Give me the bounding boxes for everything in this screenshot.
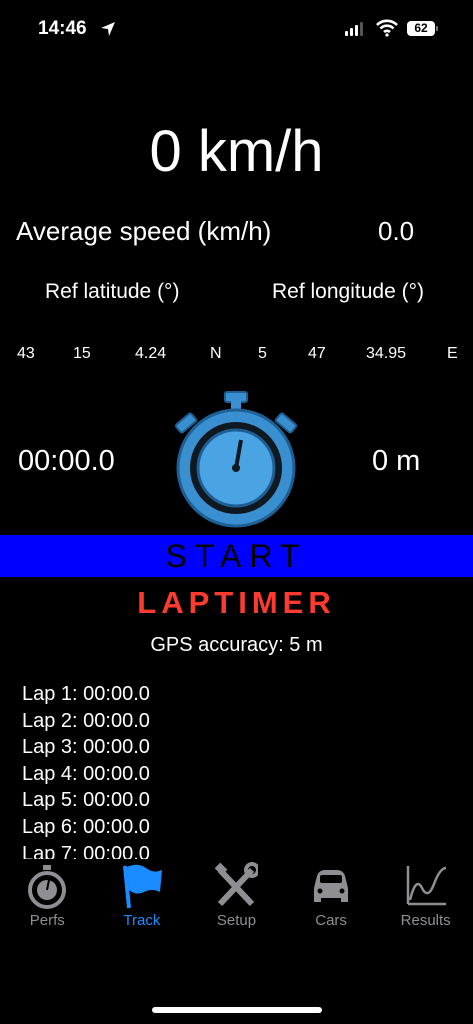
home-indicator (152, 1007, 322, 1013)
lon-hemisphere: E (447, 345, 458, 362)
lap-item: Lap 4: 00:00.0 (22, 762, 150, 785)
ref-latitude-label: Ref latitude (°) (45, 280, 180, 303)
location-arrow-icon (101, 22, 115, 36)
tab-results[interactable]: Results (378, 860, 473, 940)
car-icon (314, 870, 349, 902)
lap-item: Lap 1: 00:00.0 (22, 683, 150, 705)
lap-item: Lap 2: 00:00.0 (22, 709, 150, 732)
current-speed: 0 km/h (149, 119, 324, 184)
tab-label: Setup (216, 912, 257, 929)
average-speed-label: Average speed (km/h) (16, 216, 272, 246)
lat-minutes: 15 (73, 345, 91, 362)
lap-item: Lap 3: 00:00.0 (22, 736, 150, 759)
gps-accuracy: GPS accuracy: 5 m (150, 634, 323, 656)
tab-setup[interactable]: Setup (189, 860, 284, 940)
start-button[interactable]: START (0, 535, 473, 577)
cellular-signal-icon (345, 22, 363, 36)
tab-label: Track (123, 912, 161, 929)
tab-perfs[interactable]: Perfs (0, 860, 95, 940)
tab-cars[interactable]: Cars (284, 860, 379, 940)
lap-item: Lap 6: 00:00.0 (22, 815, 150, 838)
average-speed-value: 0.0 (378, 216, 415, 246)
lap-item: Lap 5: 00:00.0 (22, 789, 150, 812)
wifi-icon (376, 19, 398, 37)
tab-label: Results (400, 912, 451, 929)
lon-seconds: 34.95 (366, 345, 407, 362)
lon-degrees: 5 (258, 345, 267, 362)
tab-track[interactable]: Track (95, 860, 190, 940)
tab-bar: Perfs Track Setup Cars Results (0, 860, 473, 940)
chart-icon (406, 866, 446, 906)
battery-icon: 62 (407, 21, 435, 36)
lat-hemisphere: N (210, 345, 222, 362)
distance-display: 0 m (372, 445, 421, 477)
stopwatch-icon (28, 865, 67, 909)
lap-list[interactable]: Lap 1: 00:00.0 Lap 2: 00:00.0 Lap 3: 00:… (22, 681, 322, 859)
lat-degrees: 43 (17, 345, 35, 362)
battery-tip (436, 26, 438, 31)
laptimer-title: LAPTIMER (137, 585, 336, 620)
lap-item: Lap 7: 00:00.0 (22, 842, 150, 859)
lap-timer-display: 00:00.0 (18, 445, 115, 477)
flag-icon (122, 864, 162, 909)
tab-label: Perfs (29, 912, 65, 929)
status-time: 14:46 (38, 18, 87, 39)
stopwatch-icon[interactable] (173, 390, 299, 532)
lon-minutes: 47 (308, 345, 326, 362)
ref-longitude-label: Ref longitude (°) (272, 280, 424, 303)
tab-label: Cars (315, 912, 347, 929)
lat-seconds: 4.24 (135, 345, 167, 362)
tools-icon (215, 862, 259, 907)
